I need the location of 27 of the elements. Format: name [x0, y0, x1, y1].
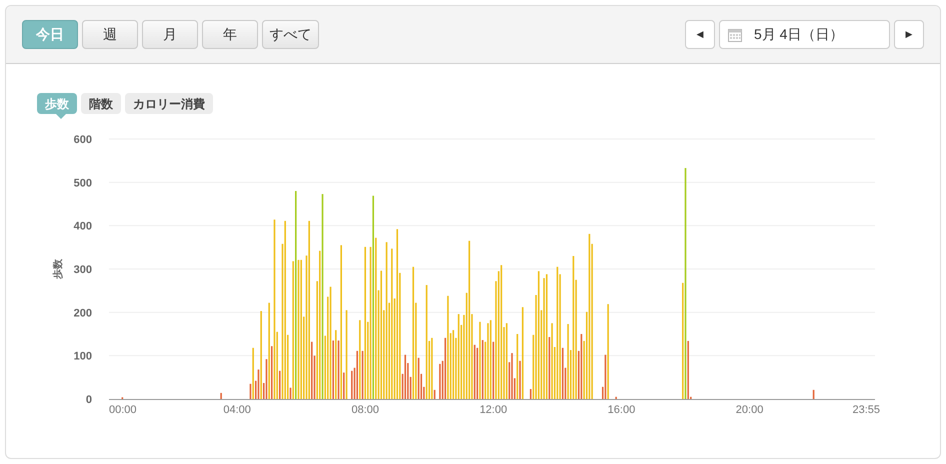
- period-tab[interactable]: 月: [142, 20, 198, 49]
- x-tick-label: 16:00: [608, 404, 636, 416]
- x-tick-label: 23:55: [852, 404, 880, 416]
- x-tick-label: 20:00: [736, 404, 764, 416]
- x-tick-label: 12:00: [480, 404, 508, 416]
- calendar-icon: [728, 28, 742, 42]
- period-tab[interactable]: 週: [82, 20, 138, 49]
- y-tick-label: 200: [74, 307, 92, 320]
- period-tab[interactable]: すべて: [262, 20, 319, 49]
- y-tick-label: 400: [74, 220, 92, 233]
- period-tab[interactable]: 年: [202, 20, 258, 49]
- metric-tab[interactable]: カロリー消費: [125, 93, 213, 114]
- date-text: 5月 4日（日）: [754, 25, 844, 44]
- y-tick-label: 600: [74, 134, 92, 146]
- y-tick-label: 300: [74, 264, 92, 276]
- y-tick-label: 100: [74, 350, 92, 363]
- x-tick-label: 04:00: [223, 404, 251, 416]
- y-tick-label: 0: [86, 394, 92, 406]
- date-field[interactable]: 5月 4日（日）: [719, 20, 890, 49]
- x-tick-label: 00:00: [109, 404, 137, 416]
- metric-tab[interactable]: 階数: [81, 93, 121, 114]
- x-tick-label: 08:00: [351, 404, 379, 416]
- tab-pointer-icon: [56, 114, 66, 119]
- next-button[interactable]: ▶: [894, 20, 924, 49]
- y-axis-title: 歩数: [53, 259, 64, 279]
- y-tick-label: 500: [74, 177, 92, 190]
- previous-button[interactable]: ◀: [685, 20, 715, 49]
